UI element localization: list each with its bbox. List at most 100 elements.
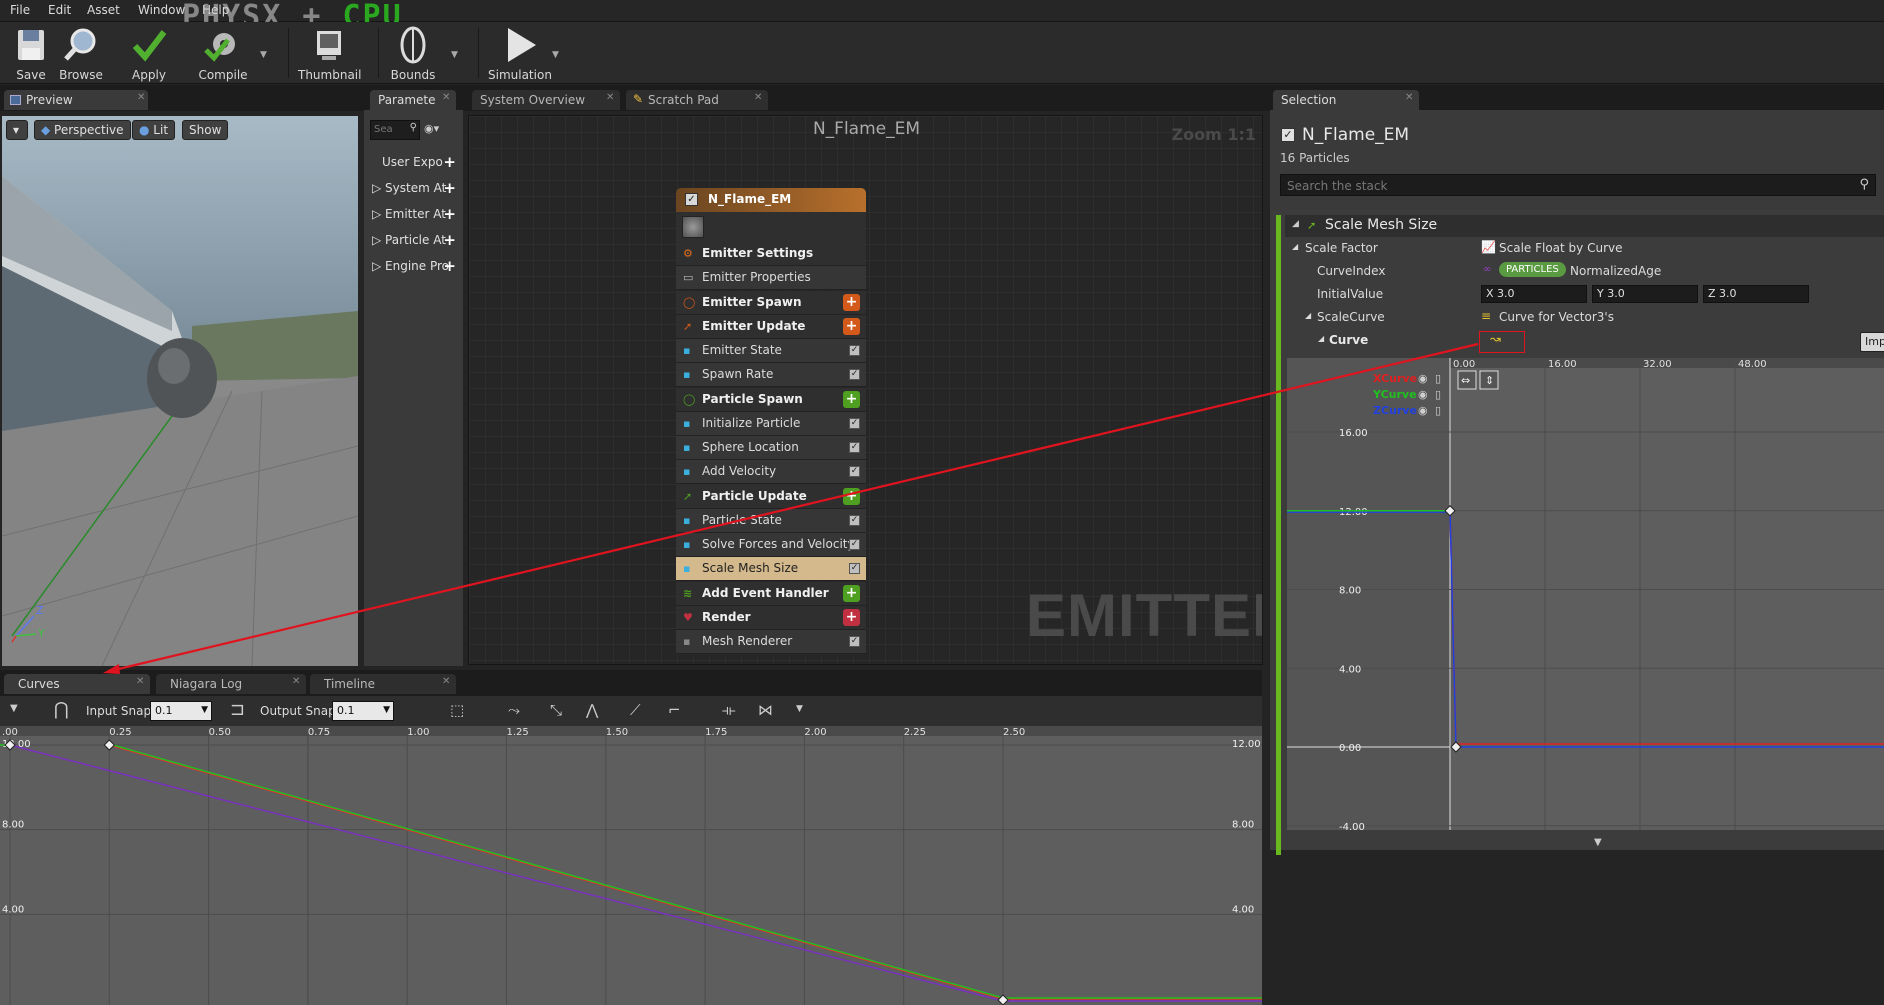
tab-timeline[interactable]: Timeline ✕ xyxy=(310,674,456,694)
curve-legend-zcurve[interactable]: ZCurve xyxy=(1373,404,1417,417)
lock-icon[interactable]: ▯ xyxy=(1435,372,1441,385)
add-module-icon[interactable]: + xyxy=(843,293,860,311)
add-icon[interactable]: + xyxy=(443,205,456,223)
thumbnail-button[interactable]: Thumbnail xyxy=(298,24,361,82)
bounds-button[interactable]: Bounds xyxy=(382,24,444,82)
side-curve-graph[interactable]: 0.0016.0032.0048.0016.0012.008.004.000.0… xyxy=(1287,358,1884,830)
curve-legend-xcurve[interactable]: XCurve xyxy=(1373,372,1417,385)
add-icon[interactable]: + xyxy=(443,257,456,275)
curve-legend-ycurve[interactable]: YCurve xyxy=(1372,388,1417,401)
initial-value-x-field[interactable]: X 3.0 xyxy=(1481,285,1587,303)
curve-key-handle[interactable] xyxy=(103,739,116,751)
close-icon[interactable]: ✕ xyxy=(1405,92,1413,103)
stack-search-input[interactable]: Search the stack ⚲ xyxy=(1280,174,1876,196)
node-row-emitter-spawn[interactable]: ◯ Emitter Spawn + xyxy=(676,290,866,315)
collapse-triangle-icon[interactable]: ◢ xyxy=(1318,334,1324,343)
collapse-triangle-icon[interactable]: ◢ xyxy=(1292,242,1298,251)
menu-asset[interactable]: Asset xyxy=(87,3,120,17)
module-enabled-checkbox[interactable]: ✓ xyxy=(849,442,860,453)
node-row-solve-forces-and-velocity[interactable]: ▪ Solve Forces and Velocity ✓ xyxy=(676,533,866,557)
close-icon[interactable]: ✕ xyxy=(442,92,450,103)
node-row-emitter-state[interactable]: ▪ Emitter State ✓ xyxy=(676,339,866,363)
visibility-eye-icon[interactable]: ◉ xyxy=(1418,388,1428,401)
visibility-eye-icon[interactable]: ◉▾ xyxy=(424,122,439,135)
selection-enabled-checkbox[interactable]: ✓ xyxy=(1281,128,1295,142)
compile-dropdown-chevron-icon[interactable]: ▼ xyxy=(260,50,267,60)
initial-value-y-field[interactable]: Y 3.0 xyxy=(1592,285,1698,303)
lock-icon[interactable]: ▯ xyxy=(1435,388,1441,401)
tab-niagara-log[interactable]: Niagara Log ✕ xyxy=(156,674,306,694)
emitter-node-header[interactable]: ✓ N_Flame_EM xyxy=(676,188,866,212)
close-icon[interactable]: ✕ xyxy=(292,676,300,687)
tab-preview[interactable]: Preview ✕ xyxy=(4,90,148,110)
node-row-mesh-renderer[interactable]: ▪ Mesh Renderer ✓ xyxy=(676,630,866,654)
browse-button[interactable]: Browse xyxy=(50,24,112,82)
close-icon[interactable]: ✕ xyxy=(754,92,762,103)
visibility-eye-icon[interactable]: ◉ xyxy=(1418,372,1428,385)
output-snap-select[interactable]: 0.1 ▼ xyxy=(332,701,394,721)
curve-view-dropdown-chevron-icon[interactable]: ▼ xyxy=(10,703,18,714)
parameters-search-input[interactable]: Sea ⚲ xyxy=(370,120,420,140)
curve-preset-button[interactable]: ↝ xyxy=(1479,331,1525,353)
scale-factor-value[interactable]: Scale Float by Curve xyxy=(1499,241,1623,255)
node-row-emitter-update[interactable]: ➚ Emitter Update + xyxy=(676,314,866,339)
break-tangent-icon[interactable]: ⋀ xyxy=(586,701,598,719)
tab-parameters[interactable]: Paramete ✕ xyxy=(370,90,456,110)
menu-window[interactable]: Window xyxy=(138,3,185,17)
select-tool-icon[interactable]: ⬚ xyxy=(450,701,464,719)
emitter-enabled-checkbox[interactable]: ✓ xyxy=(685,193,698,206)
time-ruler[interactable] xyxy=(0,726,1262,736)
node-row-add-event-handler[interactable]: ≋ Add Event Handler + xyxy=(676,581,866,606)
expand-chevron-icon[interactable]: ▼ xyxy=(1594,837,1602,848)
tab-curves[interactable]: Curves ✕ xyxy=(4,674,150,694)
tab-selection[interactable]: Selection ✕ xyxy=(1273,90,1419,110)
node-row-spawn-rate[interactable]: ▪ Spawn Rate ✓ xyxy=(676,363,866,388)
module-enabled-checkbox[interactable]: ✓ xyxy=(849,563,860,575)
curve-index-value[interactable]: NormalizedAge xyxy=(1570,264,1661,278)
visibility-eye-icon[interactable]: ◉ xyxy=(1418,404,1428,417)
module-enabled-checkbox[interactable]: ✓ xyxy=(849,636,860,647)
module-enabled-checkbox[interactable]: ✓ xyxy=(849,514,860,526)
constant-interp-icon[interactable]: ⌐ xyxy=(668,701,681,719)
node-row-particle-state[interactable]: ▪ Particle State ✓ xyxy=(676,508,866,533)
collapse-triangle-icon[interactable]: ◢ xyxy=(1305,311,1311,320)
straighten-tangents-icon[interactable]: ⋈ xyxy=(758,701,773,719)
add-module-icon[interactable]: + xyxy=(843,608,860,626)
initial-value-z-field[interactable]: Z 3.0 xyxy=(1703,285,1809,303)
close-icon[interactable]: ✕ xyxy=(137,92,145,103)
node-row-render[interactable]: ♥ Render + xyxy=(676,605,866,630)
add-module-icon[interactable]: + xyxy=(843,317,860,335)
module-enabled-checkbox[interactable]: ✓ xyxy=(849,539,860,550)
module-enabled-checkbox[interactable]: ✓ xyxy=(849,345,860,356)
close-icon[interactable]: ✕ xyxy=(606,92,614,103)
bounds-dropdown-chevron-icon[interactable]: ▼ xyxy=(451,50,458,60)
simulation-button[interactable]: Simulation xyxy=(488,24,552,82)
close-icon[interactable]: ✕ xyxy=(442,676,450,687)
auto-tangent-icon[interactable]: ⤳ xyxy=(508,701,520,719)
menu-edit[interactable]: Edit xyxy=(48,3,71,17)
curve-graph-svg[interactable]: .00 0.25 0.50 0.75 1.00 1.25 1.50 1.75 2.00 2.25 2… xyxy=(0,726,1262,1005)
node-row-initialize-particle[interactable]: ▪ Initialize Particle ✓ xyxy=(676,411,866,436)
module-header-row[interactable]: ◢ ➚ Scale Mesh Size xyxy=(1285,215,1884,237)
tab-scratch-pad[interactable]: ✎ Scratch Pad ✕ xyxy=(626,90,768,110)
node-row-emitter-settings[interactable]: ⚙ Emitter Settings xyxy=(676,242,866,266)
add-icon[interactable]: + xyxy=(443,231,456,249)
perspective-button[interactable]: ◆ Perspective xyxy=(34,120,131,140)
add-icon[interactable]: + xyxy=(443,179,456,197)
parameters-item-user-exposed[interactable]: User Expo + xyxy=(368,152,460,174)
node-row-sphere-location[interactable]: ▪ Sphere Location ✓ xyxy=(676,436,866,460)
apply-button[interactable]: Apply xyxy=(118,24,180,82)
add-icon[interactable]: + xyxy=(443,153,456,171)
add-module-icon[interactable]: + xyxy=(843,487,860,505)
node-row-add-velocity[interactable]: ▪ Add Velocity ✓ xyxy=(676,460,866,485)
add-module-icon[interactable]: + xyxy=(843,584,860,602)
node-row-scale-mesh-size[interactable]: ▪ Scale Mesh Size ✓ xyxy=(676,557,866,582)
curve-editor-graph[interactable]: .00 0.25 0.50 0.75 1.00 1.25 1.50 1.75 2.00 2.25 2… xyxy=(0,726,1262,1005)
viewport-options-dropdown[interactable]: ▾ xyxy=(6,120,28,140)
tab-system-overview[interactable]: System Overview ✕ xyxy=(472,90,620,110)
input-snap-select[interactable]: 0.1 ▼ xyxy=(150,701,212,721)
parameters-item-engine[interactable]: ▷ Engine Pro + xyxy=(368,256,460,278)
parameters-item-emitter[interactable]: ▷ Emitter At + xyxy=(368,204,460,226)
collapse-triangle-icon[interactable]: ◢ xyxy=(1292,219,1299,229)
input-snap-magnet-icon[interactable]: ⋂ xyxy=(54,699,69,720)
